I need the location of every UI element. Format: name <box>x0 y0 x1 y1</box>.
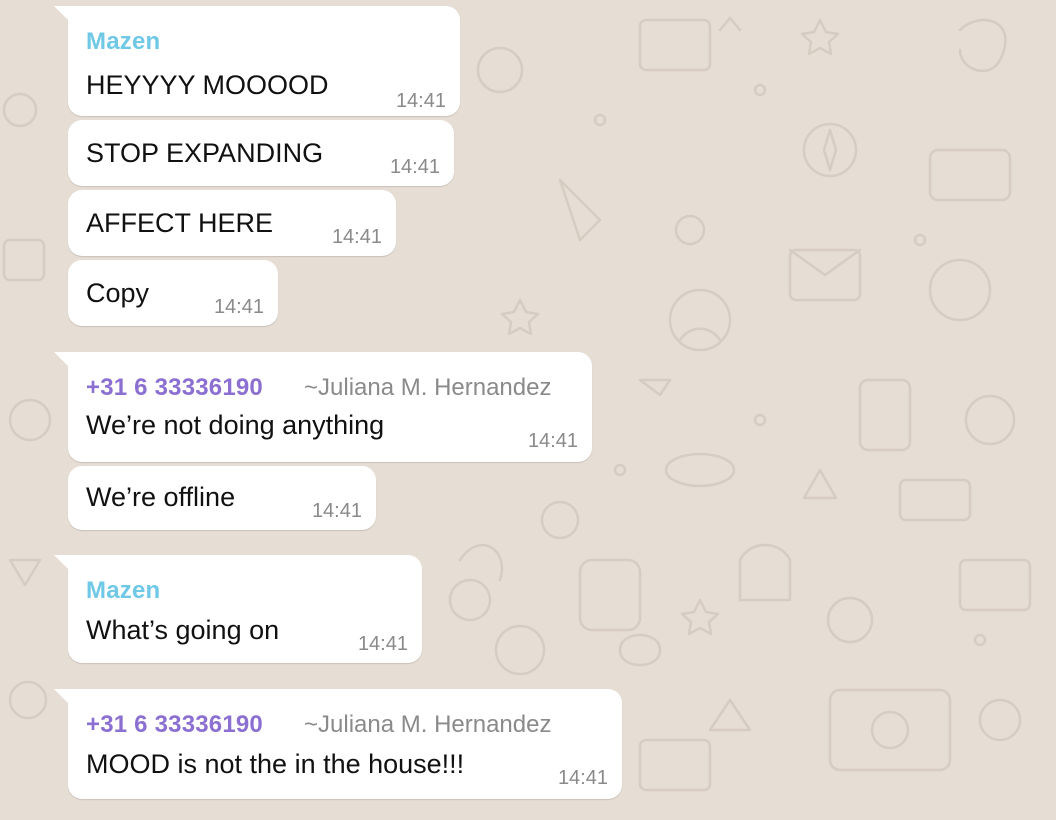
message-time: 14:41 <box>331 226 382 248</box>
message-time: 14:41 <box>395 90 446 112</box>
message-text: STOP EXPANDING <box>86 138 324 168</box>
message-bubble[interactable]: Mazen HEYYYY MOOOOD 14:41 <box>54 6 460 116</box>
message-time: 14:41 <box>213 296 264 318</box>
message-text: We’re offline <box>86 482 236 512</box>
message-bubble[interactable]: Copy 14:41 <box>68 260 278 326</box>
sender-name[interactable]: Mazen <box>86 28 160 56</box>
message-bubble[interactable]: +31 6 33336190 ~Juliana M. Hernandez We’… <box>54 352 592 462</box>
message-time: 14:41 <box>557 767 608 789</box>
message-time: 14:41 <box>389 156 440 178</box>
message-time: 14:41 <box>311 500 362 522</box>
message-text: Copy <box>86 278 150 308</box>
message-time: 14:41 <box>357 633 408 655</box>
message-bubble[interactable]: AFFECT HERE 14:41 <box>68 190 396 256</box>
message-bubble[interactable]: STOP EXPANDING 14:41 <box>68 120 454 186</box>
sender-alias: ~Juliana M. Hernandez <box>304 374 552 401</box>
message-bubble[interactable]: +31 6 33336190 ~Juliana M. Hernandez MOO… <box>54 689 622 799</box>
sender-phone[interactable]: +31 6 33336190 <box>86 711 263 739</box>
message-text: We’re not doing anything <box>86 410 385 440</box>
message-text: AFFECT HERE <box>86 208 274 238</box>
message-bubble[interactable]: Mazen What’s going on 14:41 <box>54 555 422 663</box>
message-bubble[interactable]: We’re offline 14:41 <box>68 466 376 530</box>
message-time: 14:41 <box>527 430 578 452</box>
sender-name[interactable]: Mazen <box>86 577 160 605</box>
sender-alias: ~Juliana M. Hernandez <box>304 711 552 738</box>
message-text: HEYYYY MOOOOD <box>86 70 329 100</box>
message-text: What’s going on <box>86 615 280 645</box>
message-text: MOOD is not the in the house!!! <box>86 749 465 779</box>
sender-phone[interactable]: +31 6 33336190 <box>86 374 263 402</box>
